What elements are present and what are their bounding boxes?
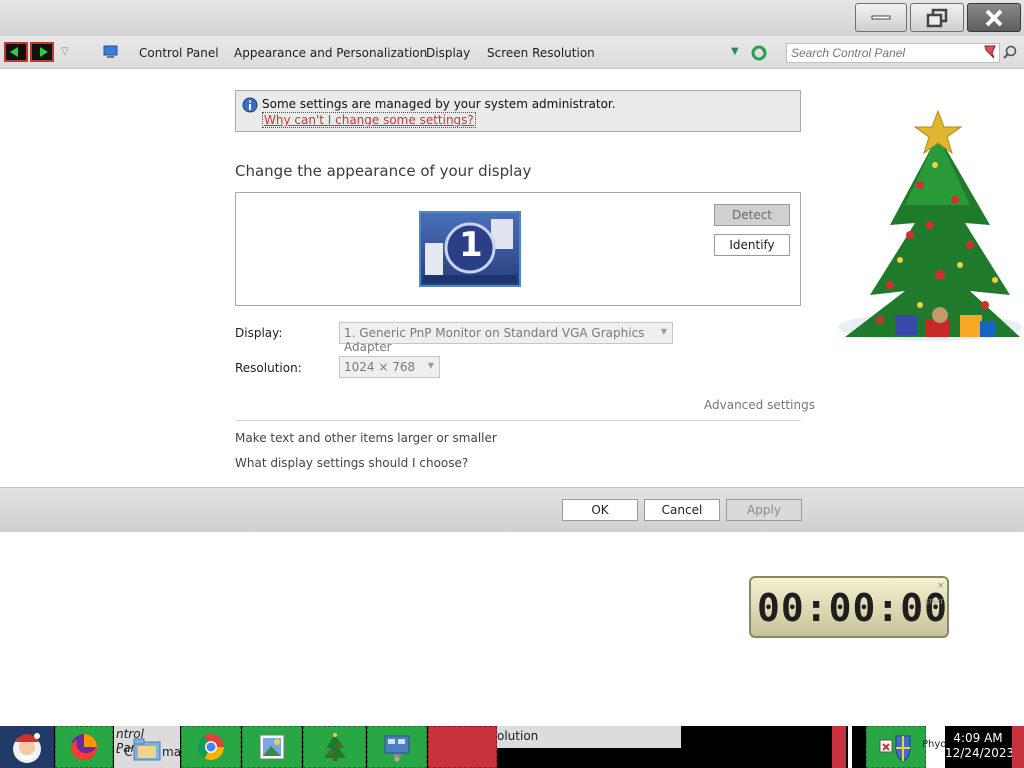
back-arrow-icon <box>10 47 18 57</box>
info-icon <box>242 97 258 113</box>
christmas-tree-small-icon <box>323 733 346 761</box>
tray-network[interactable] <box>866 726 926 768</box>
monitor-number: 1 <box>459 225 483 265</box>
address-dropdown[interactable]: ▼ <box>731 46 739 57</box>
system-clock[interactable]: 4:09 AM 12/24/2023 <box>945 731 1015 761</box>
search-input[interactable] <box>786 43 1000 63</box>
taskbar-screen-resolution-window[interactable]: olution <box>497 726 681 748</box>
restore-icon <box>926 8 948 27</box>
divider <box>235 420 801 421</box>
identify-button[interactable]: Identify <box>714 234 790 256</box>
start-button[interactable] <box>0 726 54 768</box>
tray-divider <box>848 726 852 768</box>
taskbar-firefox[interactable] <box>55 726 113 768</box>
monitor-1-tile[interactable]: 1 <box>419 211 521 287</box>
chevron-down-icon: ▼ <box>427 361 434 370</box>
gadget-close-button[interactable]: × <box>937 581 945 591</box>
control-panel-icon <box>103 45 118 58</box>
display-help-link[interactable]: What display settings should I choose? <box>235 456 468 470</box>
tray-overflow-red[interactable] <box>832 726 846 768</box>
refresh-icon[interactable] <box>751 45 767 61</box>
taskbar: ntrol Panel - C mas olution Phyo 4:09 AM… <box>0 726 1024 768</box>
apply-button[interactable]: Apply <box>726 499 802 521</box>
taskbar-christmas-tree[interactable] <box>303 726 366 768</box>
close-icon <box>985 9 1003 26</box>
photo-viewer-icon <box>259 734 285 760</box>
clock-date: 12/24/2023 <box>945 746 1015 760</box>
taskbar-chrome[interactable] <box>181 726 241 768</box>
breadcrumb-screen-resolution[interactable]: Screen Resolution <box>487 46 595 60</box>
taskbar-red-slot[interactable] <box>428 726 497 768</box>
ok-button[interactable]: OK <box>562 499 638 521</box>
pushpin-icon <box>984 45 996 59</box>
recent-pages-dropdown[interactable]: ▽ <box>61 46 69 57</box>
resolution-select[interactable]: 1024 × 768 ▼ <box>339 356 440 378</box>
christmas-tree-icon <box>838 109 1022 341</box>
clock-time: 4:09 AM <box>953 731 1003 745</box>
show-desktop-button[interactable] <box>1012 726 1024 768</box>
chevron-down-icon: ▼ <box>660 327 667 336</box>
stopwatch-start-button[interactable]: START <box>925 599 944 606</box>
forward-button[interactable] <box>30 42 54 62</box>
taskbar-screen-resolution-app[interactable] <box>367 726 427 768</box>
tray-app-text: Phyo <box>922 739 947 750</box>
detect-button[interactable]: Detect <box>714 204 790 226</box>
text-size-link[interactable]: Make text and other items larger or smal… <box>235 431 497 445</box>
minimize-button[interactable] <box>855 3 907 32</box>
chrome-icon <box>197 734 225 761</box>
display-select[interactable]: 1. Generic PnP Monitor on Standard VGA G… <box>339 322 673 354</box>
restore-button[interactable] <box>910 3 964 32</box>
stopwatch-gadget: 00:00:00 × START <box>749 576 949 638</box>
monitor-arrangement: 1 Detect Identify <box>235 192 801 306</box>
back-button[interactable] <box>4 42 28 62</box>
admin-info-bar: Some settings are managed by your system… <box>235 90 801 132</box>
why-cant-change-link[interactable]: Why can't I change some settings? <box>262 112 476 128</box>
cancel-button[interactable]: Cancel <box>644 499 720 521</box>
display-settings-icon <box>384 735 410 762</box>
forward-arrow-icon <box>40 47 48 57</box>
minimize-icon <box>871 15 891 19</box>
admin-message: Some settings are managed by your system… <box>262 97 616 111</box>
close-button[interactable] <box>967 3 1021 32</box>
display-label: Display: <box>235 326 283 340</box>
breadcrumb-control-panel[interactable]: Control Panel <box>139 46 219 60</box>
tray-app-tile[interactable]: Phyo <box>922 726 946 768</box>
advanced-settings-link[interactable]: Advanced settings <box>704 398 815 412</box>
dialog-footer: OK Cancel Apply <box>0 487 1024 532</box>
title-bar <box>0 0 1024 36</box>
display-select-value: 1. Generic PnP Monitor on Standard VGA G… <box>344 326 645 354</box>
taskbar-photo-viewer[interactable] <box>242 726 302 768</box>
firefox-icon <box>71 734 97 760</box>
breadcrumb-display[interactable]: Display <box>426 46 470 60</box>
santa-start-icon <box>13 733 41 763</box>
taskbar-control-panel[interactable]: ntrol Panel - C mas <box>114 726 187 768</box>
taskbar-res-label: olution <box>497 729 539 743</box>
stopwatch-time: 00:00:00 <box>757 586 949 630</box>
network-shield-icon <box>879 735 911 762</box>
resolution-select-value: 1024 × 768 <box>344 360 416 374</box>
resolution-label: Resolution: <box>235 361 302 375</box>
page-title: Change the appearance of your display <box>235 162 532 180</box>
folder-icon <box>133 738 161 761</box>
breadcrumb-appearance[interactable]: Appearance and Personalization <box>234 46 427 60</box>
search-icon[interactable] <box>1003 45 1017 59</box>
taskbar-cp-label-2: - C <box>116 745 133 759</box>
